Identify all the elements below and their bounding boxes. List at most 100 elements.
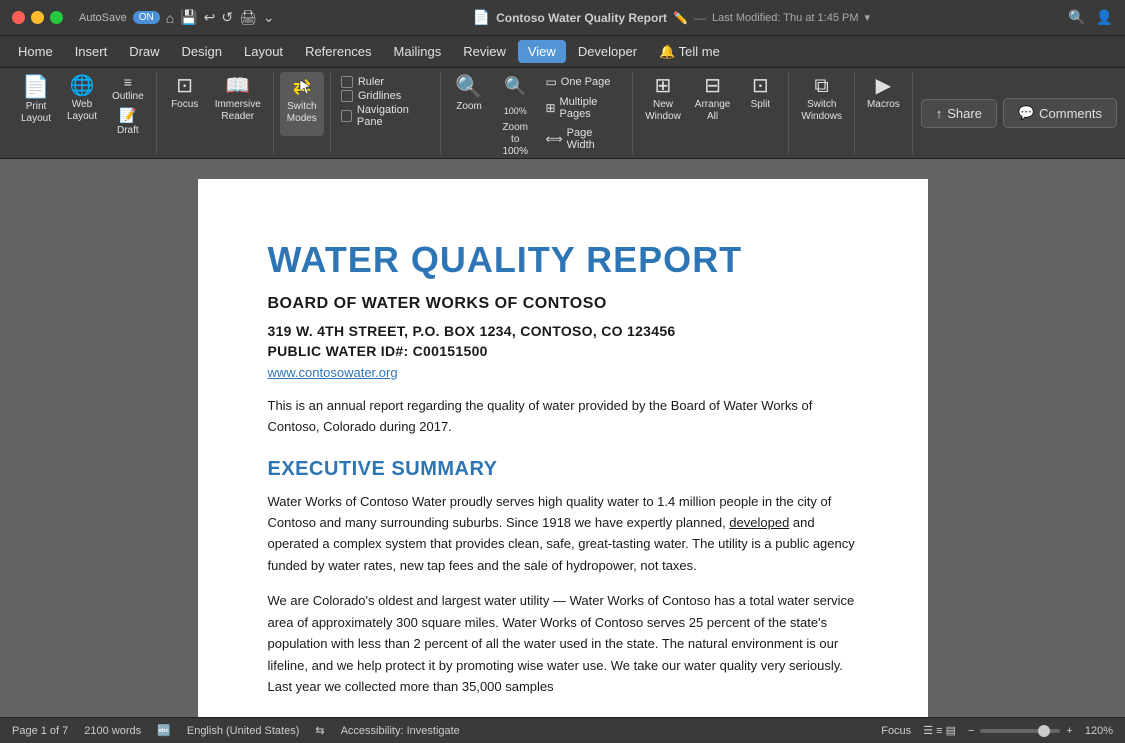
focus-icon: ⊡ bbox=[176, 76, 193, 96]
comments-button[interactable]: 💬 Comments bbox=[1003, 98, 1117, 128]
web-layout-button[interactable]: 🌐 WebLayout bbox=[60, 72, 104, 136]
ruler-checkbox-item[interactable]: Ruler bbox=[341, 76, 430, 88]
ribbon-group-macros: ▶ Macros bbox=[855, 72, 913, 154]
immersive-reader-label: ImmersiveReader bbox=[215, 99, 261, 123]
autosave-toggle[interactable]: ON bbox=[133, 11, 160, 24]
menu-review[interactable]: Review bbox=[453, 40, 516, 63]
zoom-100-button[interactable]: 🔍100% Zoomto 100% bbox=[493, 72, 537, 136]
document-address: 319 W. 4TH STREET, P.O. BOX 1234, CONTOS… bbox=[268, 323, 858, 339]
focus-label[interactable]: Focus bbox=[881, 725, 911, 737]
ribbon-group-show: Ruler Gridlines Navigation Pane bbox=[331, 72, 441, 154]
redo-icon[interactable]: ↺ bbox=[221, 9, 233, 26]
status-bar: Page 1 of 7 2100 words 🔤 English (United… bbox=[0, 717, 1125, 743]
print-icon[interactable]: 🖨 bbox=[239, 9, 257, 26]
document-intro: This is an annual report regarding the q… bbox=[268, 396, 858, 438]
outline-icon: ≡ bbox=[124, 74, 132, 90]
menu-references[interactable]: References bbox=[295, 40, 381, 63]
zoom-slider[interactable]: − + bbox=[968, 725, 1073, 737]
menu-view[interactable]: View bbox=[518, 40, 566, 63]
page-movement-items: ⇄ SwitchModes bbox=[280, 72, 324, 154]
accessibility-label[interactable]: Accessibility: Investigate bbox=[341, 725, 460, 737]
document-website[interactable]: www.contosowater.org bbox=[268, 365, 858, 380]
undo-icon[interactable]: ↩ bbox=[204, 9, 216, 26]
split-button[interactable]: ⊡ Split bbox=[738, 72, 782, 136]
minimize-button[interactable] bbox=[31, 11, 44, 24]
close-button[interactable] bbox=[12, 11, 25, 24]
section1-title: EXECUTIVE SUMMARY bbox=[268, 458, 858, 481]
draft-icon: 📝 bbox=[119, 107, 136, 124]
zoom-100-label: Zoomto 100% bbox=[499, 122, 531, 158]
modified-chevron[interactable]: ▾ bbox=[865, 11, 871, 24]
ribbon-group-views: 📄 PrintLayout 🌐 WebLayout ≡ Outline 📝 Dr… bbox=[8, 72, 157, 154]
menu-draw[interactable]: Draw bbox=[119, 40, 169, 63]
gridlines-checkbox-item[interactable]: Gridlines bbox=[341, 90, 430, 102]
immersive-items: ⊡ Focus 📖 ImmersiveReader bbox=[163, 72, 267, 154]
multiple-pages-button[interactable]: ⊞ Multiple Pages bbox=[539, 93, 626, 123]
menu-layout[interactable]: Layout bbox=[234, 40, 293, 63]
search-icon[interactable]: 🔍 bbox=[1068, 9, 1085, 26]
menu-bar: Home Insert Draw Design Layout Reference… bbox=[0, 36, 1125, 68]
page-width-button[interactable]: ⟺ Page Width bbox=[539, 124, 626, 154]
title-bar-left: AutoSave ON ⌂ 💾 ↩ ↺ 🖨 ⌄ bbox=[79, 9, 275, 26]
switch-windows-label: SwitchWindows bbox=[801, 99, 842, 123]
one-page-button[interactable]: ▭ One Page bbox=[539, 72, 626, 92]
menu-mailings[interactable]: Mailings bbox=[384, 40, 452, 63]
share-button[interactable]: ↑ Share bbox=[921, 99, 997, 128]
switch-windows-button[interactable]: ⧉ SwitchWindows bbox=[795, 72, 848, 136]
focus-button[interactable]: ⊡ Focus bbox=[163, 72, 207, 136]
page-width-label: Page Width bbox=[567, 127, 621, 151]
home-icon[interactable]: ⌂ bbox=[166, 10, 174, 26]
ribbon-right: ↑ Share 💬 Comments bbox=[913, 72, 1117, 154]
ribbon: 📄 PrintLayout 🌐 WebLayout ≡ Outline 📝 Dr… bbox=[0, 68, 1125, 159]
last-modified: Last Modified: Thu at 1:45 PM bbox=[712, 12, 859, 24]
menu-developer[interactable]: Developer bbox=[568, 40, 647, 63]
page-width-icon: ⟺ bbox=[545, 132, 562, 146]
immersive-reader-icon: 📖 bbox=[225, 76, 250, 96]
document-icon: 📄 bbox=[473, 9, 490, 26]
profile-icon[interactable]: 👤 bbox=[1096, 9, 1113, 26]
draft-label: Draft bbox=[117, 125, 139, 136]
new-window-button[interactable]: ⊞ NewWindow bbox=[639, 72, 687, 136]
navpane-checkbox-item[interactable]: Navigation Pane bbox=[341, 104, 430, 128]
new-window-icon: ⊞ bbox=[655, 76, 672, 96]
slider-thumb[interactable] bbox=[1038, 725, 1050, 737]
document-org: BOARD OF WATER WORKS OF CONTOSO bbox=[268, 295, 858, 313]
macros-icon: ▶ bbox=[876, 76, 891, 96]
menu-insert[interactable]: Insert bbox=[65, 40, 118, 63]
ribbon-group-immersive: ⊡ Focus 📖 ImmersiveReader bbox=[157, 72, 274, 154]
status-bar-right: Focus ☰ ≡ ▤ − + 120% bbox=[881, 724, 1113, 737]
immersive-reader-button[interactable]: 📖 ImmersiveReader bbox=[209, 72, 267, 136]
title-separator: — bbox=[694, 11, 706, 25]
menu-tell-me[interactable]: 🔔 Tell me bbox=[649, 40, 730, 64]
more-icon[interactable]: ⌄ bbox=[263, 9, 275, 26]
gridlines-checkbox[interactable] bbox=[341, 90, 353, 102]
ruler-checkbox[interactable] bbox=[341, 76, 353, 88]
zoom-level[interactable]: 120% bbox=[1085, 725, 1113, 737]
comments-icon: 💬 bbox=[1018, 105, 1034, 121]
split-label: Split bbox=[751, 99, 770, 111]
maximize-button[interactable] bbox=[50, 11, 63, 24]
macros-items: ▶ Macros bbox=[861, 72, 906, 154]
split-icon: ⊡ bbox=[752, 76, 769, 96]
ribbon-group-switch-windows: ⧉ SwitchWindows bbox=[789, 72, 855, 154]
page-view-stack: ▭ One Page ⊞ Multiple Pages ⟺ Page Width bbox=[539, 72, 626, 154]
switch-windows-items: ⧉ SwitchWindows bbox=[795, 72, 848, 154]
menu-home[interactable]: Home bbox=[8, 40, 63, 63]
zoom-minus[interactable]: − bbox=[968, 725, 974, 737]
draft-button[interactable]: 📝 Draft bbox=[106, 105, 150, 138]
track-changes-icon: ⇆ bbox=[315, 724, 324, 737]
zoom-100-icon: 🔍100% bbox=[504, 76, 527, 119]
arrange-all-button[interactable]: ⊟ ArrangeAll bbox=[689, 72, 737, 136]
menu-design[interactable]: Design bbox=[172, 40, 232, 63]
print-layout-button[interactable]: 📄 PrintLayout bbox=[14, 72, 58, 136]
navpane-checkbox[interactable] bbox=[341, 110, 352, 122]
slider-track[interactable] bbox=[980, 729, 1060, 733]
show-checkboxes: Ruler Gridlines Navigation Pane bbox=[337, 72, 434, 132]
outline-button[interactable]: ≡ Outline bbox=[106, 72, 150, 104]
zoom-plus[interactable]: + bbox=[1066, 725, 1072, 737]
save-icon[interactable]: 💾 bbox=[180, 9, 197, 26]
macros-button[interactable]: ▶ Macros bbox=[861, 72, 906, 136]
zoom-button[interactable]: 🔍 Zoom bbox=[447, 72, 491, 136]
switch-modes-button[interactable]: ⇄ SwitchModes bbox=[280, 72, 324, 136]
one-page-label: One Page bbox=[561, 76, 611, 88]
